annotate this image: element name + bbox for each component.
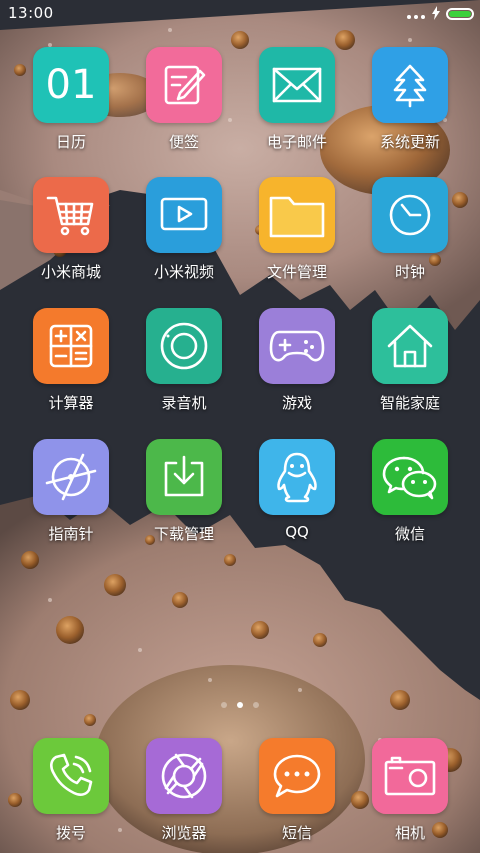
browser-icon[interactable]	[146, 738, 222, 814]
app-shopping-cart[interactable]: 小米商城	[21, 177, 121, 282]
app-folder[interactable]: 文件管理	[247, 177, 347, 282]
shopping-cart-icon[interactable]	[33, 177, 109, 253]
app-clock[interactable]: 时钟	[360, 177, 460, 282]
app-label: 日历	[55, 133, 86, 151]
wechat-icon[interactable]	[372, 439, 448, 515]
app-label: 文件管理	[266, 263, 327, 281]
app-label: 浏览器	[161, 824, 207, 842]
app-label: 小米商城	[40, 263, 101, 281]
app-qq-penguin[interactable]: QQ	[247, 439, 347, 541]
app-sms[interactable]: 短信	[247, 738, 347, 843]
app-camera[interactable]: 相机	[360, 738, 460, 843]
page-indicator	[0, 702, 480, 708]
status-bar: 13:00	[0, 0, 480, 28]
app-recorder[interactable]: 录音机	[134, 308, 234, 413]
app-label: 微信	[394, 525, 425, 543]
app-calculator[interactable]: 计算器	[21, 308, 121, 413]
battery-icon	[446, 8, 474, 20]
page-dot[interactable]	[253, 702, 259, 708]
app-label: 短信	[281, 824, 312, 842]
app-gamepad[interactable]: 游戏	[247, 308, 347, 413]
charging-icon	[432, 5, 440, 24]
signal-dots-icon	[406, 5, 426, 24]
app-label: 系统更新	[379, 133, 440, 151]
calculator-icon[interactable]	[33, 308, 109, 384]
qq-penguin-icon[interactable]	[259, 439, 335, 515]
app-email[interactable]: 电子邮件	[247, 47, 347, 152]
email-icon[interactable]	[259, 47, 335, 123]
folder-icon[interactable]	[259, 177, 335, 253]
app-label: 指南针	[48, 525, 94, 543]
calendar-icon[interactable]: 01	[33, 47, 109, 123]
app-video-play[interactable]: 小米视频	[134, 177, 234, 282]
app-system-update[interactable]: 系统更新	[360, 47, 460, 152]
notes-icon[interactable]	[146, 47, 222, 123]
app-label: 录音机	[161, 394, 207, 412]
app-compass[interactable]: 指南针	[21, 439, 121, 544]
app-label: 相机	[394, 824, 425, 842]
camera-icon[interactable]	[372, 738, 448, 814]
sms-icon[interactable]	[259, 738, 335, 814]
app-label: 计算器	[48, 394, 94, 412]
app-label: 便签	[168, 133, 199, 151]
app-calendar[interactable]: 01 日历	[21, 47, 121, 152]
app-phone[interactable]: 拨号	[21, 738, 121, 843]
app-label: 拨号	[55, 824, 86, 842]
system-update-icon[interactable]	[372, 47, 448, 123]
app-label: 时钟	[394, 263, 425, 281]
app-label: 小米视频	[153, 263, 214, 281]
download-icon[interactable]	[146, 439, 222, 515]
app-label: 游戏	[281, 394, 312, 412]
app-download[interactable]: 下载管理	[134, 439, 234, 544]
app-wechat[interactable]: 微信	[360, 439, 460, 544]
app-label: 下载管理	[153, 525, 214, 543]
phone-icon[interactable]	[33, 738, 109, 814]
app-label: 电子邮件	[266, 133, 327, 151]
gamepad-icon[interactable]	[259, 308, 335, 384]
page-dot[interactable]	[221, 702, 227, 708]
clock-icon[interactable]	[372, 177, 448, 253]
app-browser[interactable]: 浏览器	[134, 738, 234, 843]
app-home[interactable]: 智能家庭	[360, 308, 460, 413]
home-icon[interactable]	[372, 308, 448, 384]
recorder-icon[interactable]	[146, 308, 222, 384]
status-time: 13:00	[8, 4, 54, 22]
calendar-date-text: 01	[45, 62, 97, 108]
app-notes[interactable]: 便签	[134, 47, 234, 152]
app-label: QQ	[285, 523, 309, 541]
page-dot[interactable]	[237, 702, 243, 708]
video-play-icon[interactable]	[146, 177, 222, 253]
app-label: 智能家庭	[379, 394, 440, 412]
compass-icon[interactable]	[33, 439, 109, 515]
